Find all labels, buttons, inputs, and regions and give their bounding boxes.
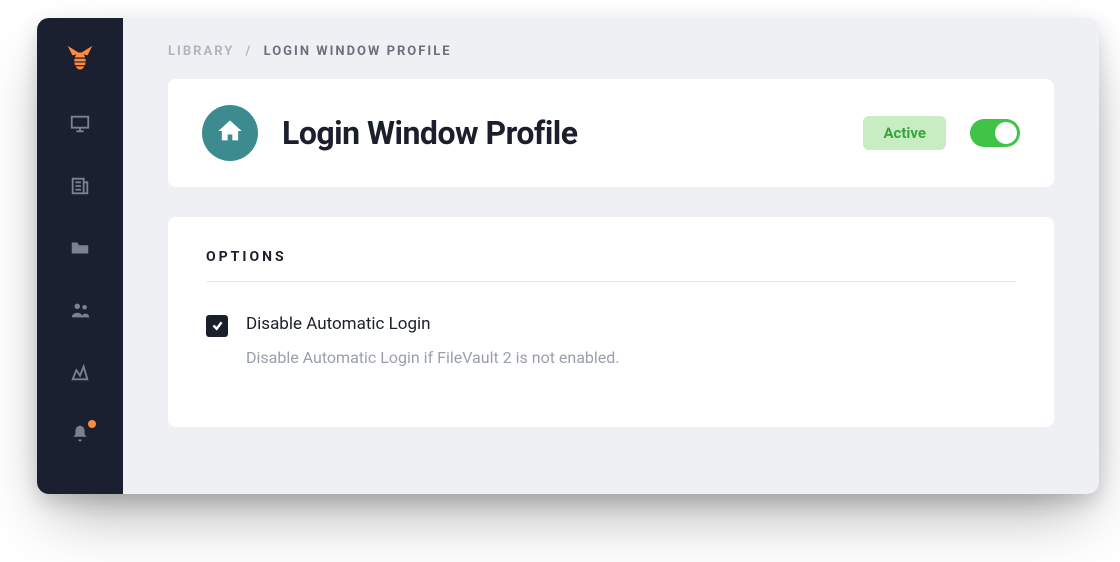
logo-bee-icon — [63, 44, 97, 78]
checkbox-disable-auto-login[interactable] — [206, 315, 228, 337]
notification-dot — [88, 420, 96, 428]
profile-icon-circle — [202, 105, 258, 161]
option-label: Disable Automatic Login — [246, 314, 620, 334]
options-card: OPTIONS Disable Automatic Login Disable … — [168, 217, 1054, 427]
sidebar-item-folder[interactable] — [66, 236, 94, 264]
status-badge: Active — [863, 116, 946, 150]
sidebar-item-analytics[interactable] — [66, 360, 94, 388]
option-text: Disable Automatic Login Disable Automati… — [246, 314, 620, 367]
options-heading: OPTIONS — [206, 249, 1016, 282]
sidebar-item-monitor[interactable] — [66, 112, 94, 140]
option-row-disable-auto-login: Disable Automatic Login Disable Automati… — [206, 314, 1016, 367]
breadcrumb: LIBRARY / LOGIN WINDOW PROFILE — [168, 44, 1054, 59]
home-icon — [216, 117, 244, 149]
sidebar-item-users[interactable] — [66, 298, 94, 326]
status-toggle[interactable] — [970, 119, 1020, 147]
breadcrumb-separator: / — [246, 44, 253, 59]
app-window: LIBRARY / LOGIN WINDOW PROFILE Login Win… — [37, 18, 1099, 494]
monitor-icon — [69, 113, 91, 139]
bell-icon — [69, 423, 91, 449]
folder-icon — [69, 237, 91, 263]
option-description: Disable Automatic Login if FileVault 2 i… — [246, 348, 620, 367]
main-content: LIBRARY / LOGIN WINDOW PROFILE Login Win… — [123, 18, 1099, 494]
breadcrumb-library[interactable]: LIBRARY — [168, 44, 234, 59]
check-icon — [211, 317, 224, 336]
sidebar — [37, 18, 123, 494]
sidebar-item-bell[interactable] — [66, 422, 94, 450]
page-title: Login Window Profile — [282, 114, 839, 152]
breadcrumb-current: LOGIN WINDOW PROFILE — [264, 44, 452, 59]
sidebar-item-news[interactable] — [66, 174, 94, 202]
toggle-knob — [995, 122, 1017, 144]
users-icon — [69, 299, 91, 325]
profile-header-card: Login Window Profile Active — [168, 79, 1054, 187]
analytics-icon — [69, 361, 91, 387]
news-icon — [69, 175, 91, 201]
